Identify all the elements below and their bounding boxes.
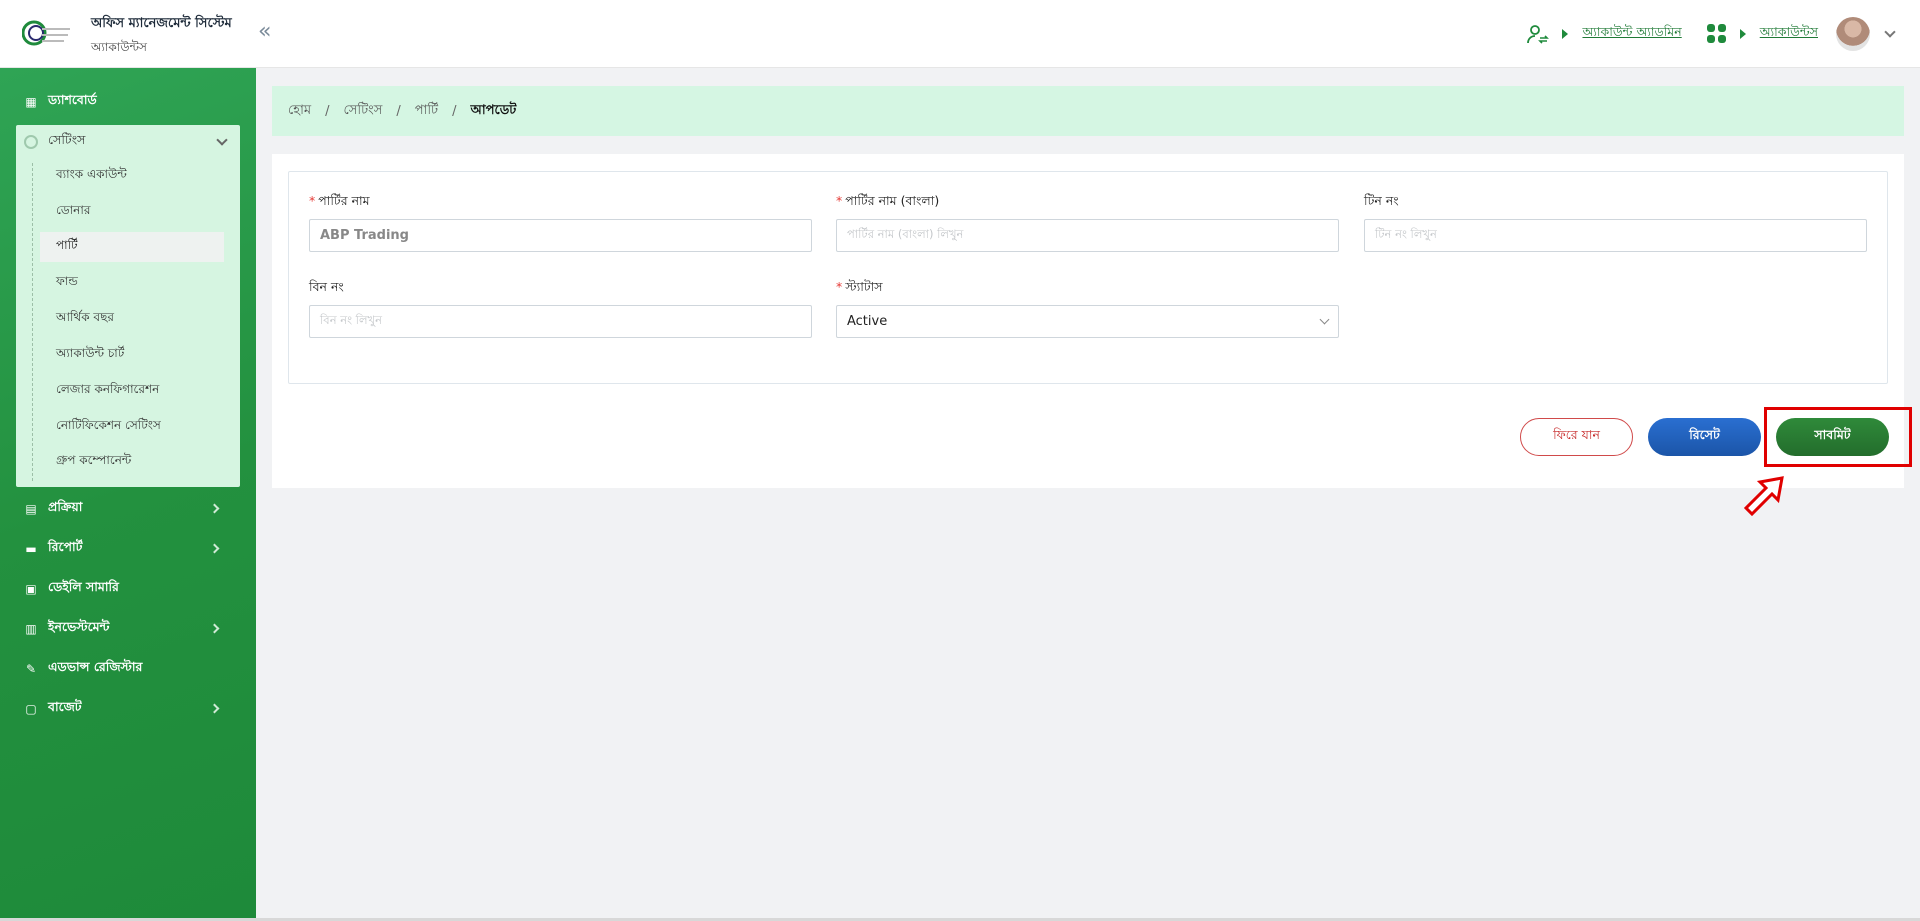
status-value: Active — [847, 314, 888, 329]
party-name-input[interactable]: ABP Trading — [309, 219, 812, 252]
party-form: * পার্টির নাম ABP Trading * পার্টির নাম (ব… — [288, 171, 1888, 384]
breadcrumb-separator: / — [325, 103, 330, 119]
tin-label: টিন নং — [1364, 193, 1399, 208]
dashboard-icon: ▦ — [25, 95, 37, 109]
chevron-right-icon — [209, 503, 220, 514]
submenu-fiscal-year[interactable]: আর্থিক বছর — [40, 304, 224, 334]
summary-icon: ▣ — [25, 582, 37, 596]
submenu-account-chart[interactable]: অ্যাকাউন্ট চার্ট — [40, 340, 224, 370]
sidebar-item-process[interactable]: ▤ প্রক্রিয়া — [16, 492, 240, 526]
chevron-right-icon — [209, 703, 220, 714]
sidebar: ▦ ড্যাশবোর্ড সেটিংস ব্যাংক একাউন্ট ডোনার… — [0, 68, 256, 921]
party-name-field: * পার্টির নাম ABP Trading — [309, 193, 812, 252]
app-logo — [22, 20, 70, 46]
sidebar-item-label: সেটিংস — [48, 132, 86, 147]
register-icon: ✎ — [25, 662, 37, 676]
party-name-bn-field: * পার্টির নাম (বাংলা) পার্টির নাম (বাংলা)… — [836, 193, 1339, 252]
submenu-bank-account[interactable]: ব্যাংক একাউন্ট — [40, 161, 224, 191]
sidebar-item-label: ইনভেস্টমেন্ট — [48, 619, 110, 634]
tin-input[interactable]: টিন নং লিখুন — [1364, 219, 1867, 252]
back-button[interactable]: ফিরে যান — [1520, 418, 1633, 456]
process-icon: ▤ — [25, 502, 37, 516]
reset-button[interactable]: রিসেট — [1648, 418, 1761, 456]
required-mark: * — [836, 193, 843, 208]
party-name-bn-input[interactable]: পার্টির নাম (বাংলা) লিখুন — [836, 219, 1339, 252]
party-name-label: * পার্টির নাম — [309, 193, 812, 209]
required-mark: * — [836, 279, 843, 294]
pointer-arrow-icon — [1743, 476, 1784, 517]
breadcrumb-party[interactable]: পার্টি — [415, 101, 438, 122]
budget-icon: ▢ — [25, 702, 37, 716]
sidebar-item-advance-register[interactable]: ✎ এডভান্স রেজিস্টার — [16, 652, 240, 686]
status-field: * স্ট্যাটাস Active — [836, 279, 1339, 338]
module-link[interactable]: অ্যাকাউন্টস — [1760, 24, 1818, 44]
breadcrumb-settings[interactable]: সেটিংস — [343, 101, 382, 122]
sidebar-item-label: ড্যাশবোর্ড — [48, 92, 97, 107]
apps-grid-icon[interactable] — [1706, 23, 1728, 45]
app-title: অফিস ম্যানেজমেন্ট সিস্টেম — [91, 16, 232, 31]
breadcrumb-current: আপডেট — [470, 102, 517, 118]
submenu-fund[interactable]: ফান্ড — [40, 268, 224, 298]
chevron-right-icon — [209, 623, 220, 634]
sidebar-item-label: প্রক্রিয়া — [48, 499, 83, 514]
submenu-ledger-config[interactable]: লেজার কনফিগারেশন — [40, 376, 224, 406]
chevron-down-icon — [216, 134, 228, 146]
sidebar-item-daily-summary[interactable]: ▣ ডেইলি সামারি — [16, 572, 240, 606]
label-text: পার্টির নাম — [318, 193, 370, 208]
sidebar-item-budget[interactable]: ▢ বাজেট — [16, 692, 240, 726]
bin-field: বিন নং বিন নং লিখুন — [309, 279, 812, 338]
settings-icon — [24, 135, 38, 149]
avatar[interactable] — [1836, 17, 1870, 51]
submenu-guide-line — [32, 163, 33, 481]
user-role-link[interactable]: অ্যাকাউন্ট অ্যাডমিন — [1582, 24, 1681, 44]
sidebar-item-label: ডেইলি সামারি — [48, 579, 119, 594]
caret-right-icon — [1739, 29, 1746, 39]
report-icon: ▬ — [25, 542, 37, 556]
breadcrumb: হোম / সেটিংস / পার্টি / আপডেট — [272, 86, 1904, 136]
chevron-down-icon[interactable] — [1884, 26, 1896, 38]
status-label: * স্ট্যাটাস — [836, 279, 1339, 295]
breadcrumb-separator: / — [396, 103, 401, 119]
sidebar-item-label: রিপোর্ট — [48, 539, 83, 554]
highlight-box — [1764, 407, 1912, 467]
label-text: স্ট্যাটাস — [845, 279, 883, 294]
settings-submenu: সেটিংস ব্যাংক একাউন্ট ডোনার পার্টি ফান্ড… — [16, 125, 240, 487]
brand: অফিস ম্যানেজমেন্ট সিস্টেম অ্যাকাউন্টস — [91, 14, 232, 59]
collapse-sidebar-icon[interactable]: « — [258, 20, 271, 44]
sidebar-item-dashboard[interactable]: ▦ ড্যাশবোর্ড — [16, 85, 240, 119]
sidebar-item-label: এডভান্স রেজিস্টার — [48, 659, 143, 674]
bin-label: বিন নং — [309, 279, 344, 294]
bin-input[interactable]: বিন নং লিখুন — [309, 305, 812, 338]
top-header: অফিস ম্যানেজমেন্ট সিস্টেম অ্যাকাউন্টস « … — [0, 0, 1920, 68]
submenu-notification-settings[interactable]: নোটিফিকেশন সেটিংস — [40, 412, 224, 442]
submenu-group-component[interactable]: গ্রুপ কম্পোনেন্ট — [40, 447, 224, 477]
header-actions: অ্যাকাউন্ট অ্যাডমিন অ্যাকাউন্টস — [1526, 16, 1898, 52]
submenu-donor[interactable]: ডোনার — [40, 197, 224, 227]
breadcrumb-home[interactable]: হোম — [288, 101, 311, 122]
sidebar-item-settings[interactable]: সেটিংস — [16, 125, 240, 159]
app-subtitle: অ্যাকাউন্টস — [91, 40, 147, 54]
tin-field: টিন নং টিন নং লিখুন — [1364, 193, 1867, 252]
status-select[interactable]: Active — [836, 305, 1339, 338]
form-card: * পার্টির নাম ABP Trading * পার্টির নাম (ব… — [272, 154, 1904, 488]
caret-right-icon — [1562, 29, 1569, 39]
party-name-bn-label: * পার্টির নাম (বাংলা) — [836, 193, 1339, 209]
sidebar-item-investment[interactable]: ▥ ইনভেস্টমেন্ট — [16, 612, 240, 646]
label-text: পার্টির নাম (বাংলা) — [845, 193, 940, 208]
sidebar-item-label: বাজেট — [48, 699, 82, 714]
required-mark: * — [309, 193, 316, 208]
chevron-down-icon — [1319, 314, 1330, 325]
breadcrumb-separator: / — [452, 103, 457, 119]
sidebar-item-report[interactable]: ▬ রিপোর্ট — [16, 532, 240, 566]
submenu-party[interactable]: পার্টি — [40, 232, 224, 262]
chevron-right-icon — [209, 543, 220, 554]
investment-icon: ▥ — [25, 622, 37, 636]
user-switch-icon[interactable] — [1526, 22, 1550, 46]
